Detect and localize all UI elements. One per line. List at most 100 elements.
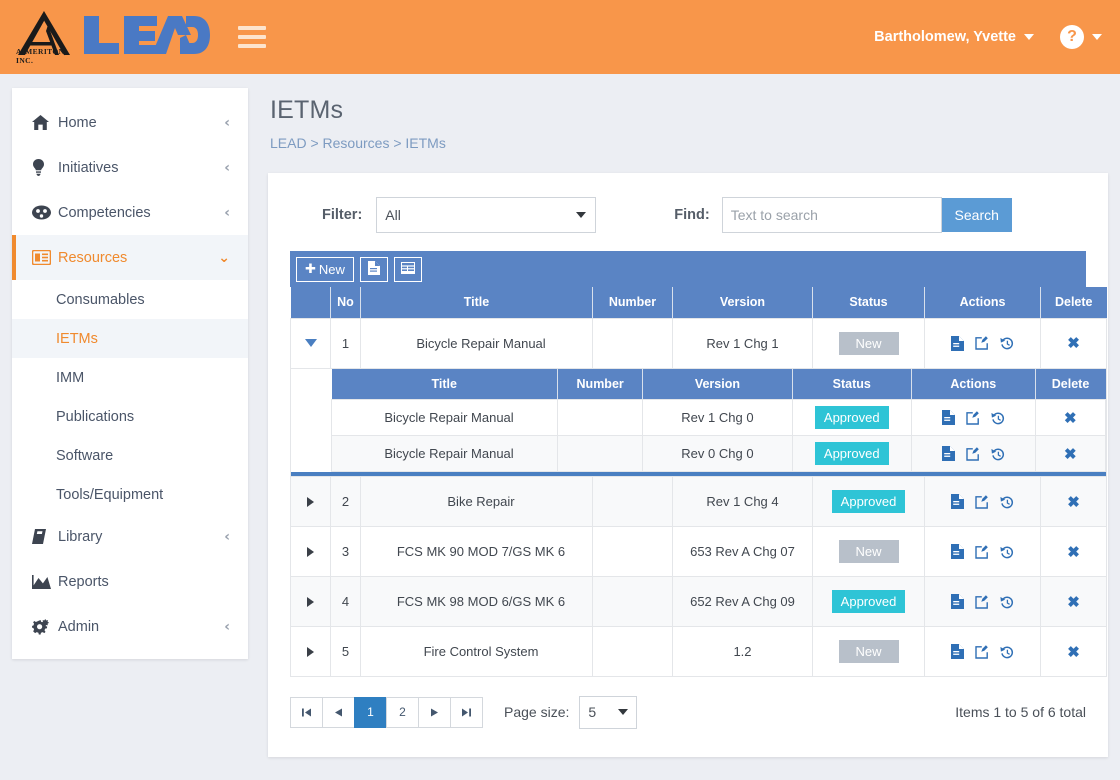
delete-icon[interactable]: ✖ — [1067, 494, 1080, 511]
table-row[interactable]: 2 Bike Repair Rev 1 Chg 4 Approved ✖ — [290, 476, 1107, 527]
sidebar-item-reports[interactable]: Reports — [12, 559, 248, 604]
table-header-row: No Title Number Version Status Actions D… — [290, 287, 1107, 318]
delete-icon[interactable]: ✖ — [1067, 644, 1080, 661]
row-expand-toggle[interactable] — [307, 546, 314, 557]
page-size-select[interactable]: 5 — [579, 695, 638, 729]
column-header-delete: Delete — [1040, 287, 1107, 318]
view-document-icon[interactable] — [951, 335, 964, 351]
edit-icon[interactable] — [975, 594, 989, 609]
help-menu[interactable]: ? — [1060, 25, 1102, 49]
plus-icon: ✚ — [305, 261, 316, 276]
nested-column-header-title[interactable]: Title — [331, 368, 559, 400]
page-button-1[interactable]: 1 — [354, 696, 387, 728]
edit-icon[interactable] — [975, 544, 989, 559]
top-header-bar: AIMERITON, INC. Bartholomew, Yvette ? — [0, 0, 1120, 74]
nested-table-row[interactable]: Bicycle Repair Manual Rev 1 Chg 0 Approved… — [330, 399, 1107, 436]
table-row[interactable]: 4 FCS MK 98 MOD 6/GS MK 6 652 Rev A Chg 09… — [290, 576, 1107, 627]
next-page-button[interactable] — [418, 696, 451, 728]
last-page-button[interactable] — [450, 696, 483, 728]
history-icon[interactable] — [1000, 336, 1014, 350]
prev-page-button[interactable] — [322, 696, 355, 728]
view-document-icon[interactable] — [941, 410, 955, 425]
export-document-button[interactable] — [359, 256, 388, 282]
sidebar-item-publications[interactable]: Publications — [12, 397, 248, 436]
chevron-left-icon: ‹ — [224, 159, 230, 176]
edit-icon[interactable] — [975, 644, 989, 659]
history-icon[interactable] — [1000, 545, 1014, 559]
grid-toolbar: ✚ New — [290, 251, 1086, 287]
brand-logo[interactable]: AIMERITON, INC. — [0, 9, 210, 65]
nested-column-header-status[interactable]: Status — [792, 368, 912, 400]
expand-cell — [290, 526, 331, 577]
sidebar-item-tools-equipment[interactable]: Tools/Equipment — [12, 475, 248, 514]
view-document-icon[interactable] — [951, 494, 964, 509]
nested-column-header-version[interactable]: Version — [642, 368, 793, 400]
cell-number — [592, 576, 673, 627]
status-badge: Approved — [831, 490, 906, 513]
first-page-button[interactable] — [290, 696, 323, 728]
sidebar-item-ietms[interactable]: IETMs — [12, 319, 248, 358]
column-header-no[interactable]: No — [330, 287, 361, 318]
page-button-2[interactable]: 2 — [386, 696, 419, 728]
edit-icon[interactable] — [966, 410, 980, 425]
delete-icon[interactable]: ✖ — [1064, 410, 1077, 427]
view-document-icon[interactable] — [951, 544, 964, 559]
main-content: IETMs LEAD > Resources > IETMs Filter: A… — [268, 96, 1108, 757]
column-header-number[interactable]: Number — [592, 287, 673, 318]
row-actions — [926, 335, 1039, 351]
edit-icon[interactable] — [975, 336, 989, 350]
grid-view-button[interactable] — [393, 256, 422, 282]
delete-icon[interactable]: ✖ — [1067, 335, 1080, 352]
view-document-icon[interactable] — [941, 446, 955, 461]
sidebar-item-imm[interactable]: IMM — [12, 358, 248, 397]
chevron-down-icon — [576, 212, 587, 218]
delete-icon[interactable]: ✖ — [1067, 544, 1080, 561]
user-menu[interactable]: Bartholomew, Yvette — [874, 29, 1034, 45]
sidebar-item-library[interactable]: Library ‹ — [12, 514, 248, 559]
history-icon[interactable] — [991, 411, 1005, 425]
sidebar-item-resources[interactable]: Resources ⌄ — [12, 235, 248, 280]
row-expand-toggle[interactable] — [307, 496, 314, 507]
cell-no: 4 — [330, 576, 361, 627]
delete-icon[interactable]: ✖ — [1067, 594, 1080, 611]
nested-table-row[interactable]: Bicycle Repair Manual Rev 0 Chg 0 Approved… — [330, 435, 1107, 472]
history-icon[interactable] — [1000, 495, 1014, 509]
column-header-title[interactable]: Title — [360, 287, 593, 318]
cell-title: FCS MK 90 MOD 7/GS MK 6 — [360, 526, 593, 577]
nested-column-header-number[interactable]: Number — [557, 368, 644, 400]
row-collapse-toggle[interactable] — [304, 339, 317, 347]
history-icon[interactable] — [991, 447, 1005, 461]
sidebar-item-initiatives[interactable]: Initiatives ‹ — [12, 145, 248, 190]
filter-select[interactable]: All — [376, 197, 597, 233]
sidebar-item-software[interactable]: Software — [12, 436, 248, 475]
breadcrumb[interactable]: LEAD > Resources > IETMs — [270, 135, 1108, 151]
new-button[interactable]: ✚ New — [296, 256, 354, 282]
cell-number — [592, 317, 673, 369]
table-row[interactable]: 1 Bicycle Repair Manual Rev 1 Chg 1 New ✖ — [290, 317, 1107, 369]
sidebar-item-competencies[interactable]: Competencies ‹ — [12, 190, 248, 235]
search-input[interactable] — [721, 197, 942, 233]
edit-icon[interactable] — [975, 494, 989, 509]
history-icon[interactable] — [1000, 645, 1014, 659]
sidebar-item-home[interactable]: Home ‹ — [12, 100, 248, 145]
sidebar-item-label: Library — [58, 528, 103, 545]
user-name-label: Bartholomew, Yvette — [874, 29, 1016, 45]
history-icon[interactable] — [1000, 595, 1014, 609]
chevron-left-icon: ‹ — [224, 114, 230, 131]
hamburger-icon[interactable] — [238, 26, 266, 48]
view-document-icon[interactable] — [951, 644, 964, 659]
table-row[interactable]: 3 FCS MK 90 MOD 7/GS MK 6 653 Rev A Chg 07… — [290, 526, 1107, 577]
row-expand-toggle[interactable] — [307, 646, 314, 657]
search-button[interactable]: Search — [941, 198, 1012, 232]
column-header-status[interactable]: Status — [812, 287, 925, 318]
view-document-icon[interactable] — [951, 594, 964, 609]
sidebar-item-admin[interactable]: Admin ‹ — [12, 604, 248, 649]
column-header-version[interactable]: Version — [672, 287, 813, 318]
edit-icon[interactable] — [966, 446, 980, 461]
row-expand-toggle[interactable] — [307, 596, 314, 607]
sidebar-item-consumables[interactable]: Consumables — [12, 280, 248, 319]
table-row[interactable]: 5 Fire Control System 1.2 New ✖ — [290, 626, 1107, 677]
find-label: Find: — [674, 207, 710, 223]
cell-status: New — [812, 317, 925, 369]
delete-icon[interactable]: ✖ — [1064, 446, 1077, 463]
